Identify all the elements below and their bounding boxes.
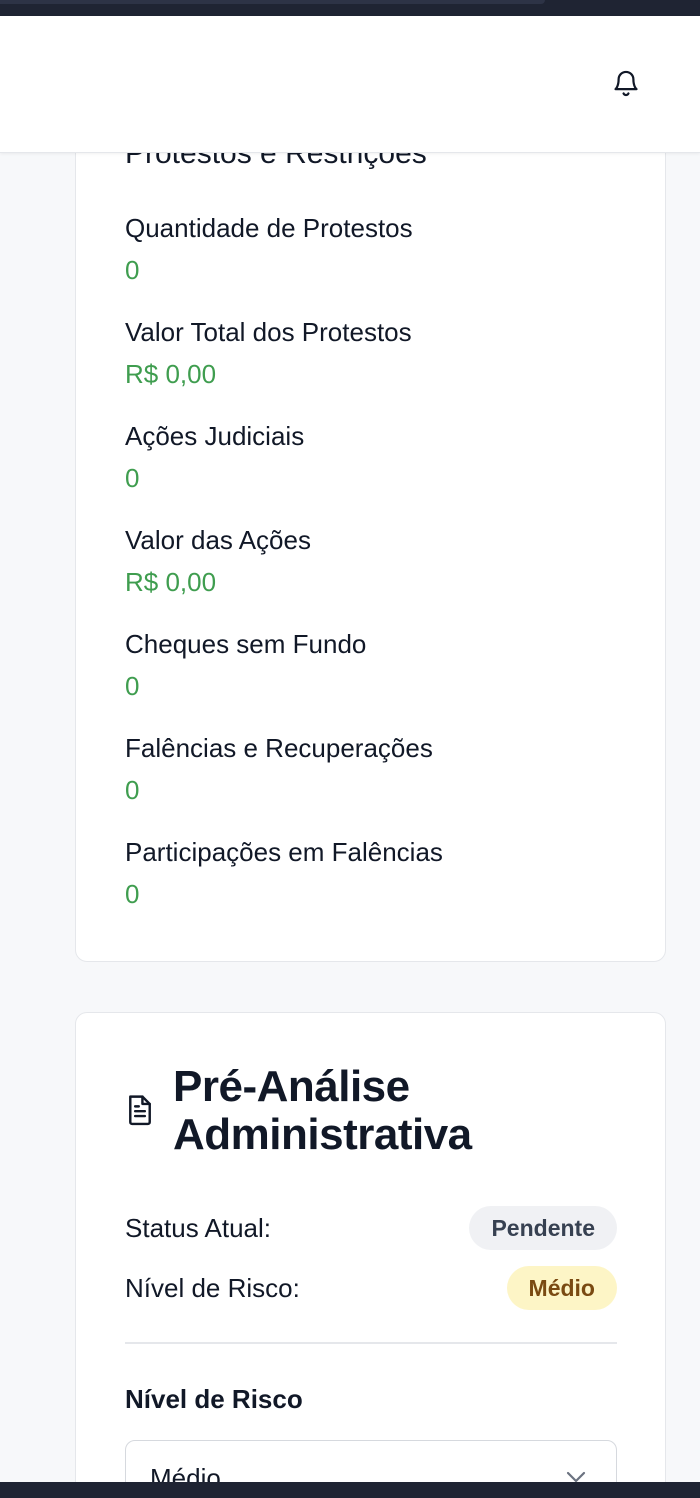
divider	[125, 1342, 617, 1344]
section-title: Pré-Análise Administrativa	[125, 1063, 472, 1159]
field-value: 0	[125, 775, 140, 805]
field-value: 0	[125, 463, 140, 493]
field-valor-total-protestos: Valor Total dos Protestos R$ 0,00	[125, 316, 412, 390]
field-label: Valor das Ações	[125, 525, 311, 555]
app-header	[0, 16, 700, 153]
top-bar-handle	[0, 0, 545, 4]
field-label: Cheques sem Fundo	[125, 629, 367, 659]
field-label: Falências e Recuperações	[125, 733, 433, 763]
field-acoes-judiciais: Ações Judiciais 0	[125, 420, 304, 494]
protests-card: Protestos e Restrições Quantidade de Pro…	[75, 100, 666, 962]
risk-select-label: Nível de Risco	[125, 1384, 303, 1414]
status-row: Status Atual: Pendente	[125, 1206, 617, 1250]
field-falencias-recuperacoes: Falências e Recuperações 0	[125, 732, 433, 806]
bell-icon	[614, 70, 638, 97]
field-value: 0	[125, 671, 140, 701]
field-value: R$ 0,00	[125, 567, 217, 597]
window-top-bar	[0, 0, 700, 16]
field-cheques-sem-fundo: Cheques sem Fundo 0	[125, 628, 366, 702]
section-heading-line1: Pré-Análise	[173, 1062, 410, 1111]
field-label: Ações Judiciais	[125, 421, 305, 451]
risk-label: Nível de Risco:	[125, 1272, 300, 1303]
field-label: Quantidade de Protestos	[125, 213, 413, 243]
field-label: Valor Total dos Protestos	[125, 317, 412, 347]
field-label: Participações em Falências	[125, 837, 443, 867]
field-value: R$ 0,00	[125, 359, 217, 389]
field-valor-acoes: Valor das Ações R$ 0,00	[125, 524, 311, 598]
pre-analysis-card: Pré-Análise Administrativa Status Atual:…	[75, 1012, 666, 1498]
status-badge: Pendente	[469, 1206, 617, 1250]
section-heading: Pré-Análise Administrativa	[173, 1063, 472, 1159]
risk-row: Nível de Risco: Médio	[125, 1266, 617, 1310]
field-value: 0	[125, 255, 140, 285]
field-participacoes-falencias: Participações em Falências 0	[125, 836, 443, 910]
field-quantidade-protestos: Quantidade de Protestos 0	[125, 212, 413, 286]
window-bottom-bar	[0, 1482, 700, 1498]
document-icon	[129, 1095, 151, 1126]
status-label: Status Atual:	[125, 1212, 271, 1243]
field-value: 0	[125, 879, 140, 909]
notifications-button[interactable]	[610, 66, 642, 100]
risk-badge: Médio	[506, 1266, 617, 1310]
section-heading-line2: Administrativa	[173, 1110, 472, 1159]
